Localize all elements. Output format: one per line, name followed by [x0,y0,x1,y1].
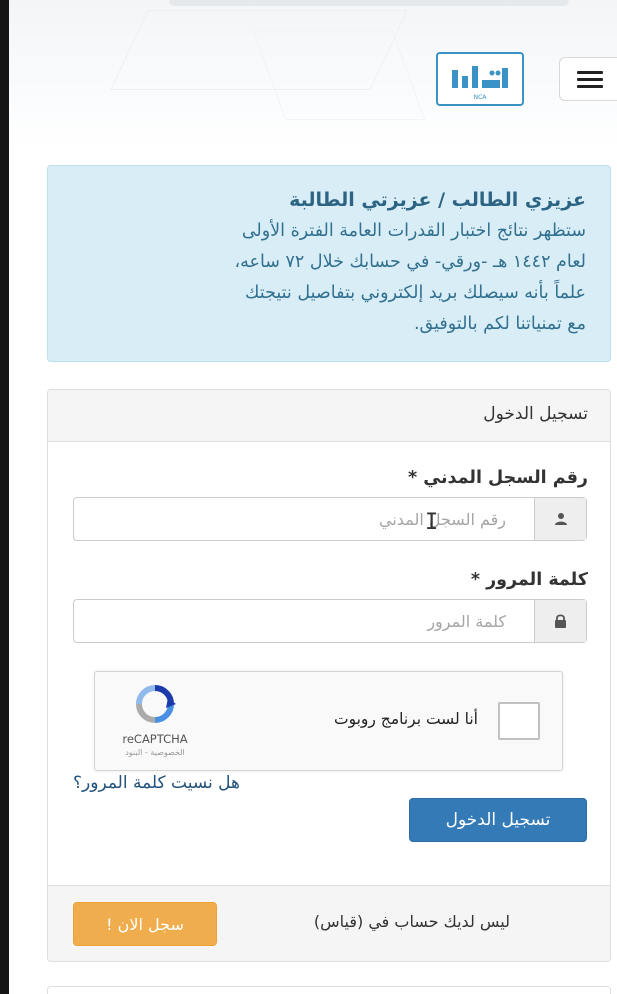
results-alert: عزيزي الطالب / عزيزتي الطالبة ستظهر نتائ… [47,165,611,362]
menu-button[interactable] [559,57,617,101]
recaptcha-widget: أنا لست برنامج روبوت reCAPTCHA الخصوصية … [94,671,563,771]
no-account-text: ليس لديك حساب في (قياس) [313,912,510,931]
login-panel-heading: تسجيل الدخول [48,390,610,442]
recaptcha-checkbox[interactable] [498,702,540,740]
national-id-label: رقم السجل المدني * [408,468,588,488]
user-icon [534,498,586,540]
forgot-password-link[interactable]: هل نسيت كلمة المرور؟ [73,773,240,793]
login-panel: تسجيل الدخول رقم السجل المدني * رقم السج… [47,389,611,962]
next-panel-edge [47,986,611,994]
recaptcha-label: أنا لست برنامج روبوت [334,710,478,728]
signup-button[interactable]: سجل الان ! [73,902,217,946]
qiyas-logo[interactable]: NCA [436,52,524,106]
lock-icon [534,600,586,642]
recaptcha-icon [136,685,176,723]
login-button[interactable]: تسجيل الدخول [409,798,587,842]
svg-text:NCA: NCA [474,94,488,101]
password-label: كلمة المرور * [470,570,588,590]
text-cursor-icon: I [425,510,439,535]
logo-mark: NCA [448,64,512,101]
hamburger-icon [576,70,603,88]
alert-line: لعام ١٤٤٢ هـ -ورقي- في حسابك خلال ٧٢ ساع… [234,252,587,272]
recaptcha-terms[interactable]: الخصوصية - البنود [107,748,203,757]
recaptcha-brand-name: reCAPTCHA [122,732,188,746]
recaptcha-brand: reCAPTCHA الخصوصية - البنود [107,682,203,757]
national-id-input[interactable]: رقم السجل المدني [74,498,534,540]
password-group: كلمة المرور [73,599,587,643]
decorative-shape [252,30,426,120]
alert-line: مع تمنياتنا لكم بالتوفيق. [413,314,586,334]
alert-title: عزيزي الطالب / عزيزتي الطالبة [289,189,586,211]
national-id-group: رقم السجل المدني [73,497,587,541]
window-edge [0,0,9,994]
header-search-ghost [169,0,569,6]
login-panel-footer: ليس لديك حساب في (قياس) سجل الان ! [48,885,610,961]
alert-line: علماً بأنه سيصلك بريد إلكتروني بتفاصيل ن… [245,283,586,303]
password-input[interactable]: كلمة المرور [74,600,534,642]
alert-line: ستظهر نتائج اختبار القدرات العامة الفترة… [241,221,586,241]
header-banner [9,0,617,150]
